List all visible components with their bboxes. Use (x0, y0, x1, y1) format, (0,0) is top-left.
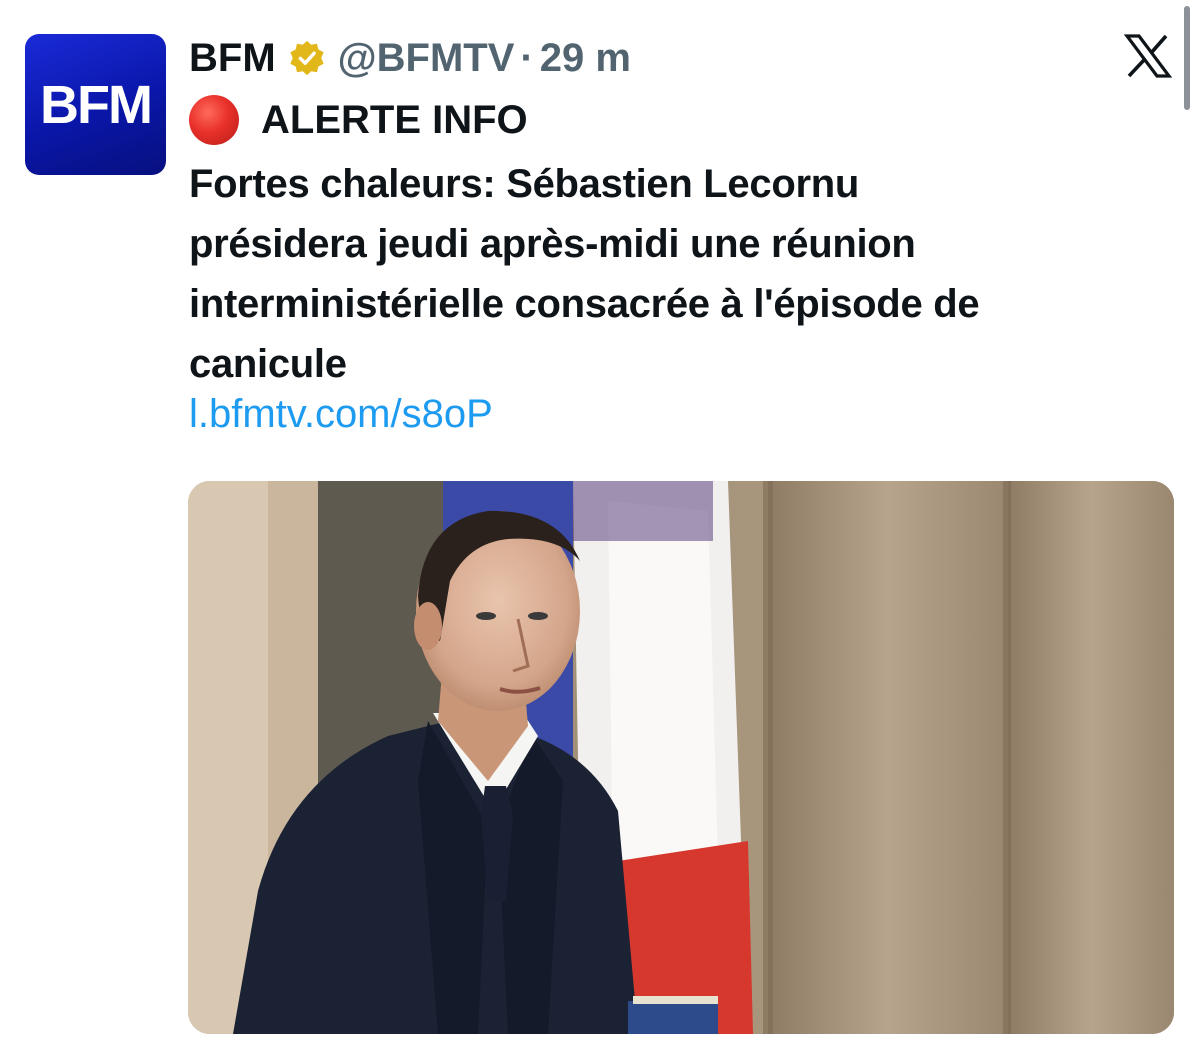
tweet-header: BFM @BFMTV · 29 m (189, 32, 631, 84)
scrollbar[interactable] (1184, 6, 1190, 110)
alert-label: ALERTE INFO (261, 97, 528, 142)
verified-badge-icon (290, 40, 324, 76)
alert-line: ALERTE INFO (189, 94, 528, 146)
tweet-text: Fortes chaleurs: Sébastien Lecornu prési… (189, 154, 1174, 394)
avatar[interactable]: BFM (25, 34, 166, 175)
tweet-text-line: Fortes chaleurs: Sébastien Lecornu (189, 162, 859, 206)
tweet-text-line: interministérielle consacrée à l'épisode… (189, 282, 980, 326)
red-circle-icon (189, 95, 239, 145)
tweet-photo[interactable] (188, 481, 1174, 1034)
author-handle[interactable]: @BFMTV (338, 36, 515, 81)
tweet-text-line: canicule (189, 342, 347, 386)
avatar-logo-text: BFM (40, 74, 153, 135)
photo-illustration (188, 481, 1174, 1034)
tweet-text-line: présidera jeudi après-midi une réunion (189, 222, 916, 266)
x-logo-icon[interactable] (1124, 34, 1172, 78)
tweet-card: BFM BFM @BFMTV · 29 m ALERTE INFO Fortes… (0, 0, 1200, 1056)
header-separator: · (520, 35, 534, 80)
author-name[interactable]: BFM (189, 36, 276, 81)
timestamp[interactable]: 29 m (540, 36, 631, 81)
article-link[interactable]: l.bfmtv.com/s8oP (189, 392, 493, 437)
